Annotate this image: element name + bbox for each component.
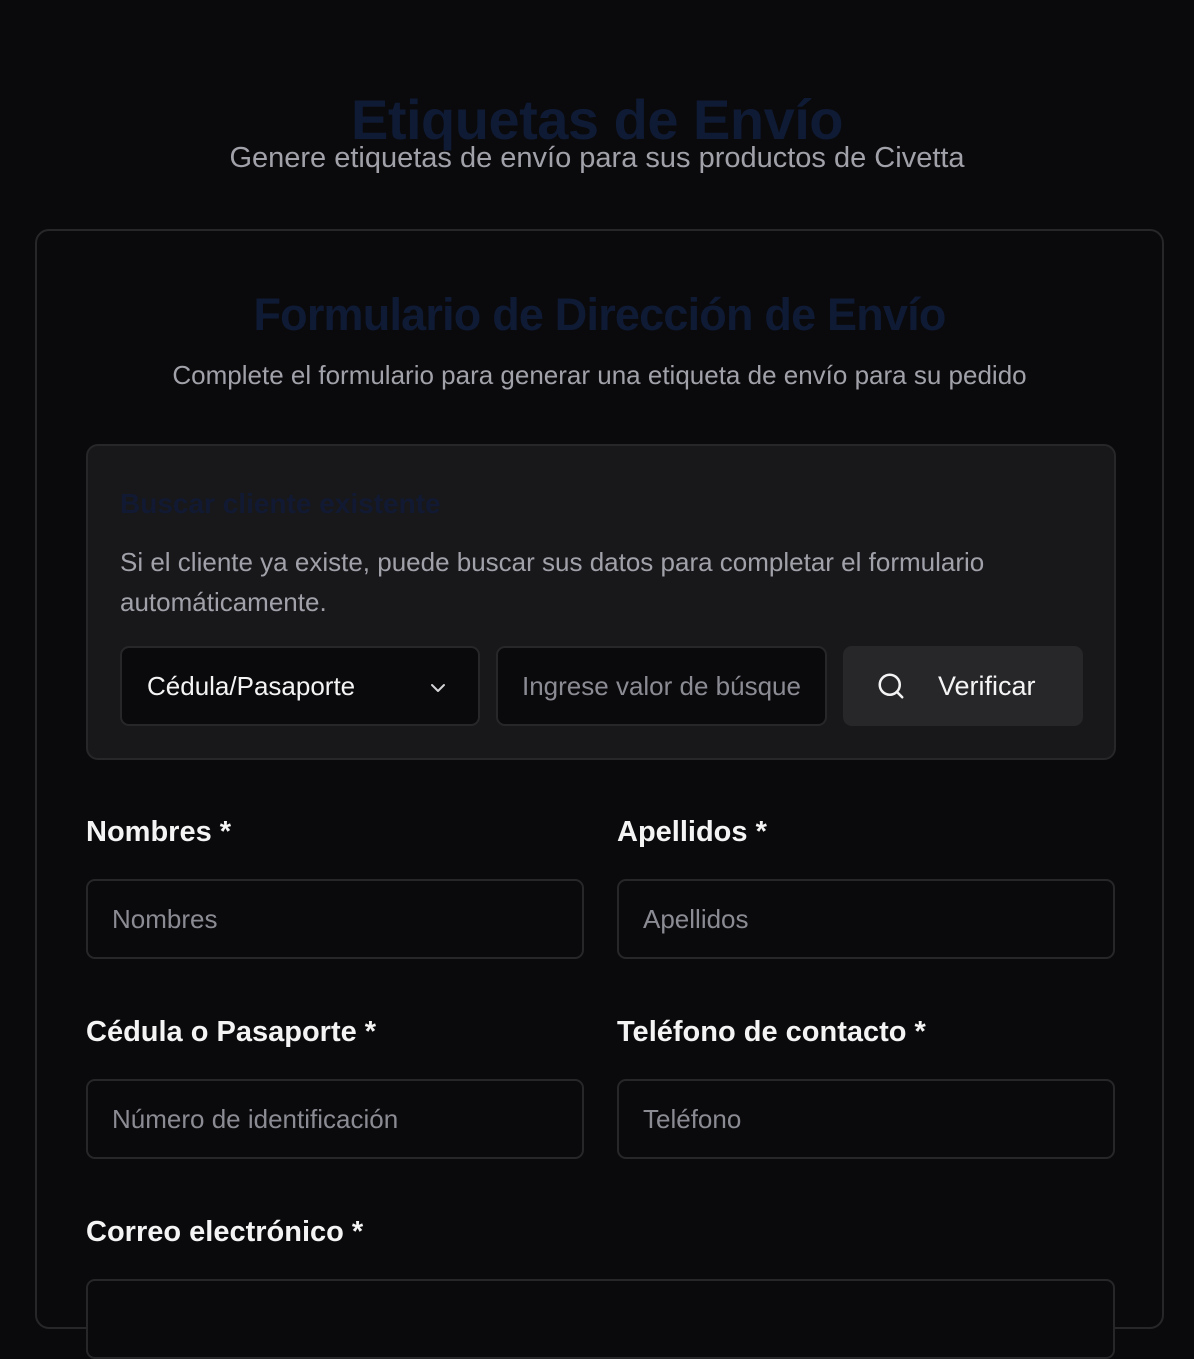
form-title: Formulario de Dirección de Envío — [253, 289, 946, 340]
search-value-input[interactable] — [496, 646, 827, 726]
telefono-label: Teléfono de contacto * — [617, 1016, 926, 1048]
customer-search-panel: Buscar cliente existente Si el cliente y… — [86, 444, 1116, 760]
correo-input[interactable] — [86, 1279, 1115, 1359]
form-description: Complete el formulario para generar una … — [172, 360, 1027, 390]
shipping-form-card: Formulario de Dirección de Envío Complet… — [35, 229, 1164, 1359]
chevron-down-icon — [431, 684, 445, 692]
nombres-input[interactable] — [86, 879, 584, 959]
cedula-input[interactable] — [86, 1079, 584, 1159]
verify-button[interactable]: Verificar — [843, 646, 1083, 726]
search-type-value: Cédula/Pasaporte — [147, 670, 356, 701]
search-panel-description: Si el cliente ya existe, puede buscar su… — [120, 547, 985, 617]
telefono-input[interactable] — [617, 1079, 1115, 1159]
search-panel-title: Buscar cliente existente — [120, 488, 441, 519]
correo-label: Correo electrónico * — [86, 1216, 364, 1248]
cedula-label: Cédula o Pasaporte * — [86, 1016, 377, 1048]
apellidos-input[interactable] — [617, 879, 1115, 959]
search-type-select[interactable]: Cédula/Pasaporte — [120, 646, 480, 726]
page-subtitle: Genere etiquetas de envío para sus produ… — [229, 142, 965, 174]
apellidos-label: Apellidos * — [617, 816, 767, 848]
verify-button-label: Verificar — [938, 670, 1036, 701]
search-icon — [878, 673, 904, 699]
nombres-label: Nombres * — [86, 816, 232, 848]
